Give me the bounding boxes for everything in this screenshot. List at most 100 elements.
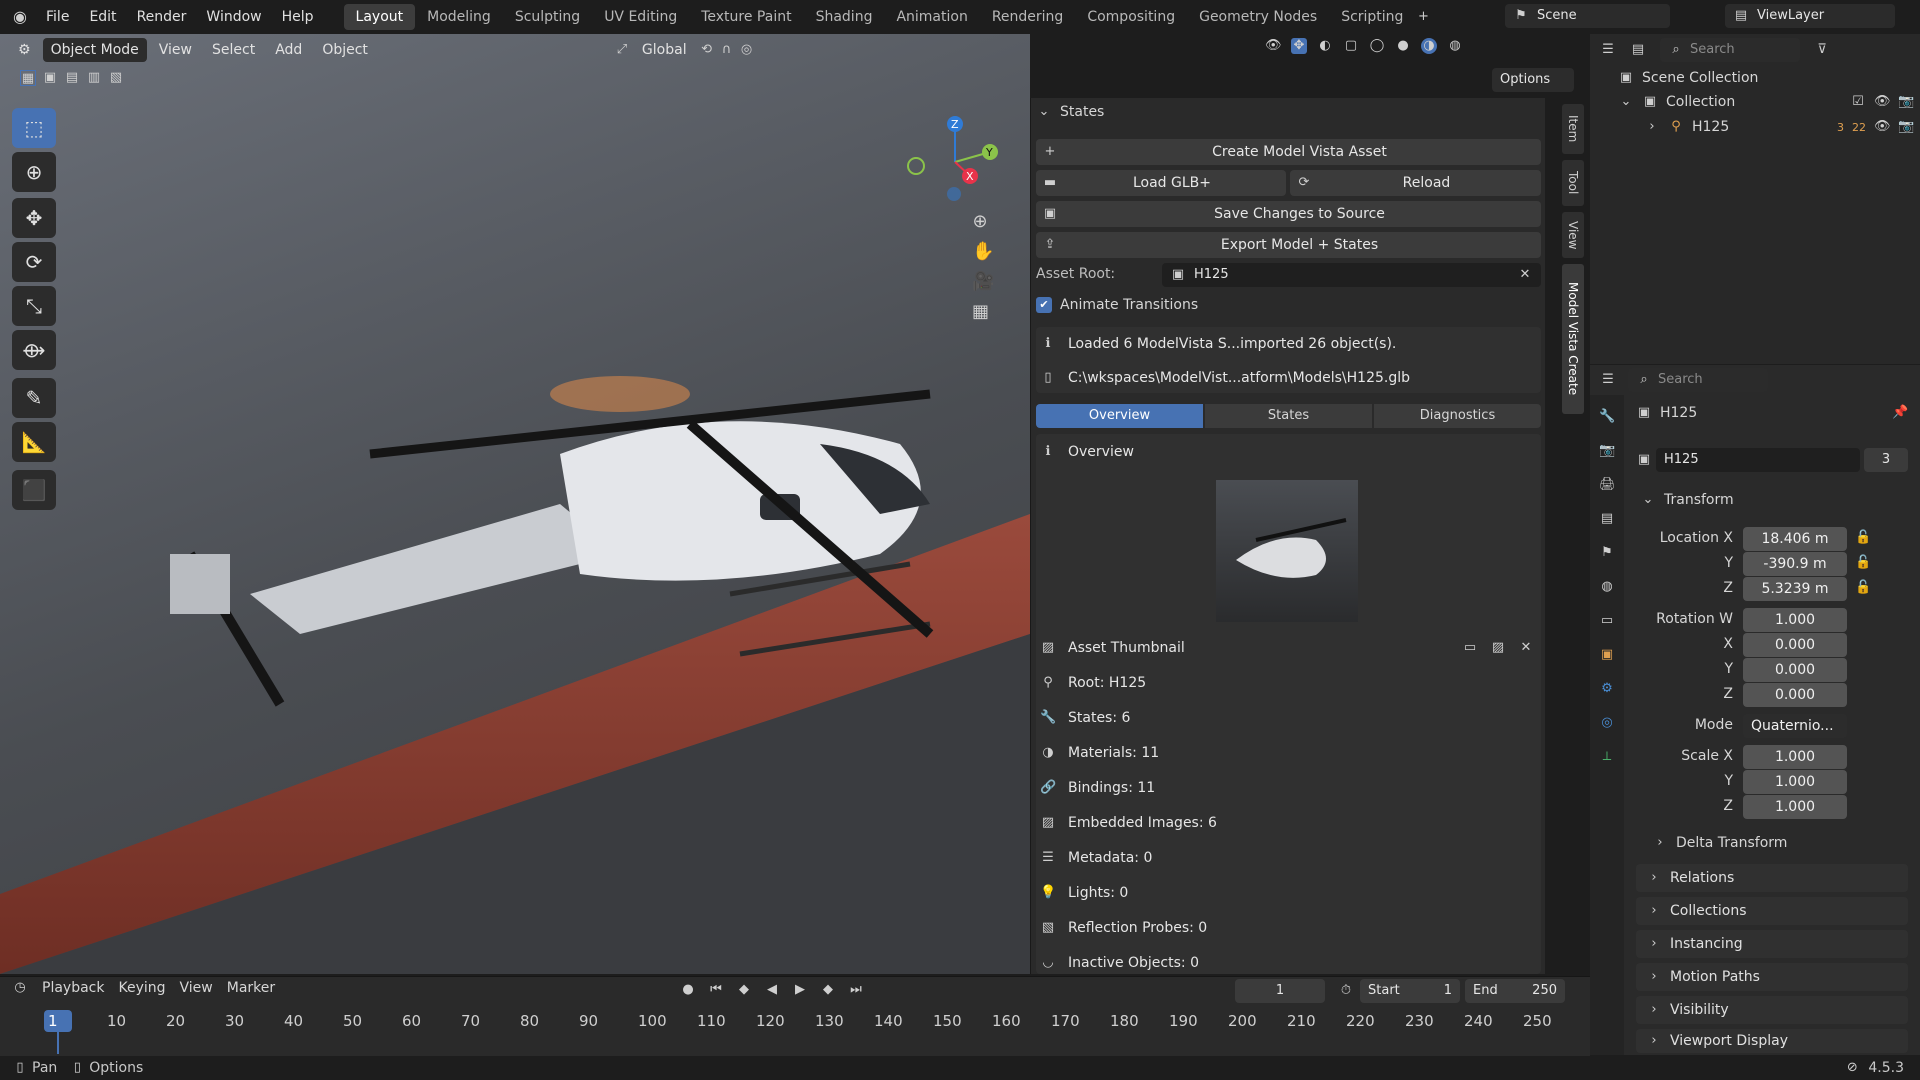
- location-z-field[interactable]: 5.3239 m: [1743, 577, 1847, 601]
- options-dropdown[interactable]: Options: [1492, 68, 1574, 92]
- current-frame-field[interactable]: 1: [1235, 979, 1325, 1003]
- section-viewport-display[interactable]: › Viewport Display: [1636, 1029, 1908, 1053]
- rendered-shading-icon[interactable]: ◍: [1447, 38, 1463, 54]
- render-tab-icon[interactable]: 📷: [1599, 443, 1615, 459]
- 3d-viewport[interactable]: [0, 34, 1030, 974]
- lock-icon[interactable]: 🔓: [1855, 555, 1871, 571]
- outliner-search-input[interactable]: ⌕ Search: [1660, 38, 1800, 62]
- proportional-edit-icon[interactable]: ◎: [739, 42, 755, 58]
- scene-tab-icon[interactable]: ⚑: [1599, 545, 1615, 561]
- rotation-z-field[interactable]: 0.000: [1743, 683, 1847, 707]
- tab-shading[interactable]: Shading: [804, 4, 885, 30]
- world-tab-icon[interactable]: ◍: [1599, 579, 1615, 595]
- data-tab-icon[interactable]: ⟂: [1599, 749, 1615, 765]
- prev-keyframe-icon[interactable]: ◆: [736, 982, 752, 998]
- timeline-editor-icon[interactable]: ◷: [12, 980, 28, 996]
- overlay-icon[interactable]: ◐: [1317, 38, 1333, 54]
- scale-z-field[interactable]: 1.000: [1743, 795, 1847, 819]
- gizmo-toggle-icon[interactable]: ✥: [1291, 38, 1307, 54]
- tool-tab-icon[interactable]: 🔧: [1599, 409, 1615, 425]
- load-glb-button[interactable]: ▬ Load GLB+: [1036, 170, 1286, 196]
- scale-y-field[interactable]: 1.000: [1743, 770, 1847, 794]
- rotate-tool[interactable]: ⟳: [12, 242, 56, 282]
- delta-transform-row[interactable]: › Delta Transform: [1652, 835, 1787, 851]
- blender-logo-icon[interactable]: ◉: [12, 9, 28, 25]
- menu-help[interactable]: Help: [272, 9, 324, 25]
- scene-collection-row[interactable]: ▣ Scene Collection: [1618, 70, 1759, 86]
- add-workspace-icon[interactable]: +: [1415, 9, 1431, 25]
- visibility-icon[interactable]: 👁: [1265, 38, 1282, 54]
- xray-icon[interactable]: ▢: [1343, 38, 1359, 54]
- location-x-field[interactable]: 18.406 m: [1743, 527, 1847, 551]
- cursor-tool[interactable]: ⊕: [12, 152, 56, 192]
- pivot-icon[interactable]: ⟲: [699, 42, 715, 58]
- jump-start-icon[interactable]: ⏮: [708, 982, 724, 998]
- material-shading-icon[interactable]: ◑: [1421, 38, 1437, 54]
- menu-select[interactable]: Select: [204, 38, 263, 62]
- section-motion-paths[interactable]: › Motion Paths: [1636, 963, 1908, 991]
- solid-shading-icon[interactable]: ●: [1395, 38, 1411, 54]
- hand-pan-icon[interactable]: ✋: [972, 243, 994, 261]
- perspective-grid-icon[interactable]: ▦: [972, 303, 989, 321]
- menu-render[interactable]: Render: [127, 9, 197, 25]
- object-tab-icon[interactable]: ▣: [1599, 647, 1615, 663]
- output-tab-icon[interactable]: 🖨: [1599, 477, 1616, 493]
- select-box-tool[interactable]: ⬚: [12, 108, 56, 148]
- view-layer-selector[interactable]: ▤ ViewLayer: [1725, 4, 1895, 28]
- section-visibility[interactable]: › Visibility: [1636, 996, 1908, 1024]
- filter-icon[interactable]: ⊽: [1814, 42, 1830, 58]
- tab-layout[interactable]: Layout: [343, 4, 416, 30]
- menu-add[interactable]: Add: [267, 38, 310, 62]
- scale-x-field[interactable]: 1.000: [1743, 745, 1847, 769]
- rotation-x-field[interactable]: 0.000: [1743, 633, 1847, 657]
- add-cube-tool[interactable]: ⬛: [12, 470, 56, 510]
- jump-end-icon[interactable]: ⏭: [848, 982, 864, 998]
- render-camera-icon[interactable]: 📷: [1898, 119, 1914, 135]
- tab-geometry-nodes[interactable]: Geometry Nodes: [1187, 4, 1329, 30]
- menu-object[interactable]: Object: [314, 38, 376, 62]
- eye-icon[interactable]: 👁: [1874, 94, 1891, 110]
- menu-edit[interactable]: Edit: [79, 9, 126, 25]
- clear-icon[interactable]: ✕: [1517, 267, 1533, 283]
- transform-orientation[interactable]: Global: [634, 38, 695, 62]
- user-count[interactable]: 3: [1864, 448, 1908, 472]
- tab-overview[interactable]: Overview: [1036, 404, 1203, 428]
- select-new-icon[interactable]: ▦: [20, 70, 36, 86]
- outliner-object-row[interactable]: › ⚲ H125 3 22 👁 📷: [1644, 119, 1914, 135]
- tab-uv-editing[interactable]: UV Editing: [592, 4, 689, 30]
- sidetab-view[interactable]: View: [1562, 212, 1584, 258]
- menu-file[interactable]: File: [36, 9, 79, 25]
- states-panel-header[interactable]: ⌄ States: [1036, 104, 1105, 120]
- thumbnail-clear-icon[interactable]: ✕: [1518, 640, 1534, 656]
- tab-states[interactable]: States: [1205, 404, 1372, 428]
- render-camera-icon[interactable]: 📷: [1898, 94, 1914, 110]
- thumbnail-folder-icon[interactable]: ▭: [1462, 640, 1478, 656]
- end-frame-field[interactable]: End 250: [1465, 979, 1565, 1003]
- play-reverse-icon[interactable]: ◀: [764, 982, 780, 998]
- tab-animation[interactable]: Animation: [884, 4, 979, 30]
- zoom-icon[interactable]: ⊕: [972, 213, 988, 231]
- stopwatch-icon[interactable]: ⏱: [1338, 983, 1354, 999]
- scale-tool[interactable]: ⤡: [12, 286, 56, 326]
- reload-button[interactable]: ⟳ Reload: [1290, 170, 1541, 196]
- select-intersect-icon[interactable]: ▧: [108, 70, 124, 86]
- menu-keying[interactable]: Keying: [118, 980, 165, 996]
- create-asset-button[interactable]: + Create Model Vista Asset: [1036, 139, 1541, 165]
- record-icon[interactable]: ●: [680, 982, 696, 998]
- menu-view[interactable]: View: [151, 38, 200, 62]
- export-button[interactable]: ⇪ Export Model + States: [1036, 232, 1541, 258]
- rotation-w-field[interactable]: 1.000: [1743, 608, 1847, 632]
- wireframe-shading-icon[interactable]: ◯: [1369, 38, 1385, 54]
- location-y-field[interactable]: -390.9 m: [1743, 552, 1847, 576]
- tab-scripting[interactable]: Scripting: [1329, 4, 1415, 30]
- pin-icon[interactable]: 📌: [1892, 405, 1908, 421]
- lock-icon[interactable]: 🔓: [1855, 580, 1871, 596]
- display-mode-icon[interactable]: ▤: [1630, 42, 1646, 58]
- scene-selector[interactable]: ⚑ Scene: [1505, 4, 1670, 28]
- rotation-y-field[interactable]: 0.000: [1743, 658, 1847, 682]
- properties-search-input[interactable]: ⌕ Search: [1628, 368, 1768, 392]
- menu-playback[interactable]: Playback: [42, 980, 104, 996]
- start-frame-field[interactable]: Start 1: [1360, 979, 1460, 1003]
- annotate-tool[interactable]: ✎: [12, 378, 56, 418]
- animate-transitions-checkbox[interactable]: ✔ Animate Transitions: [1036, 297, 1198, 313]
